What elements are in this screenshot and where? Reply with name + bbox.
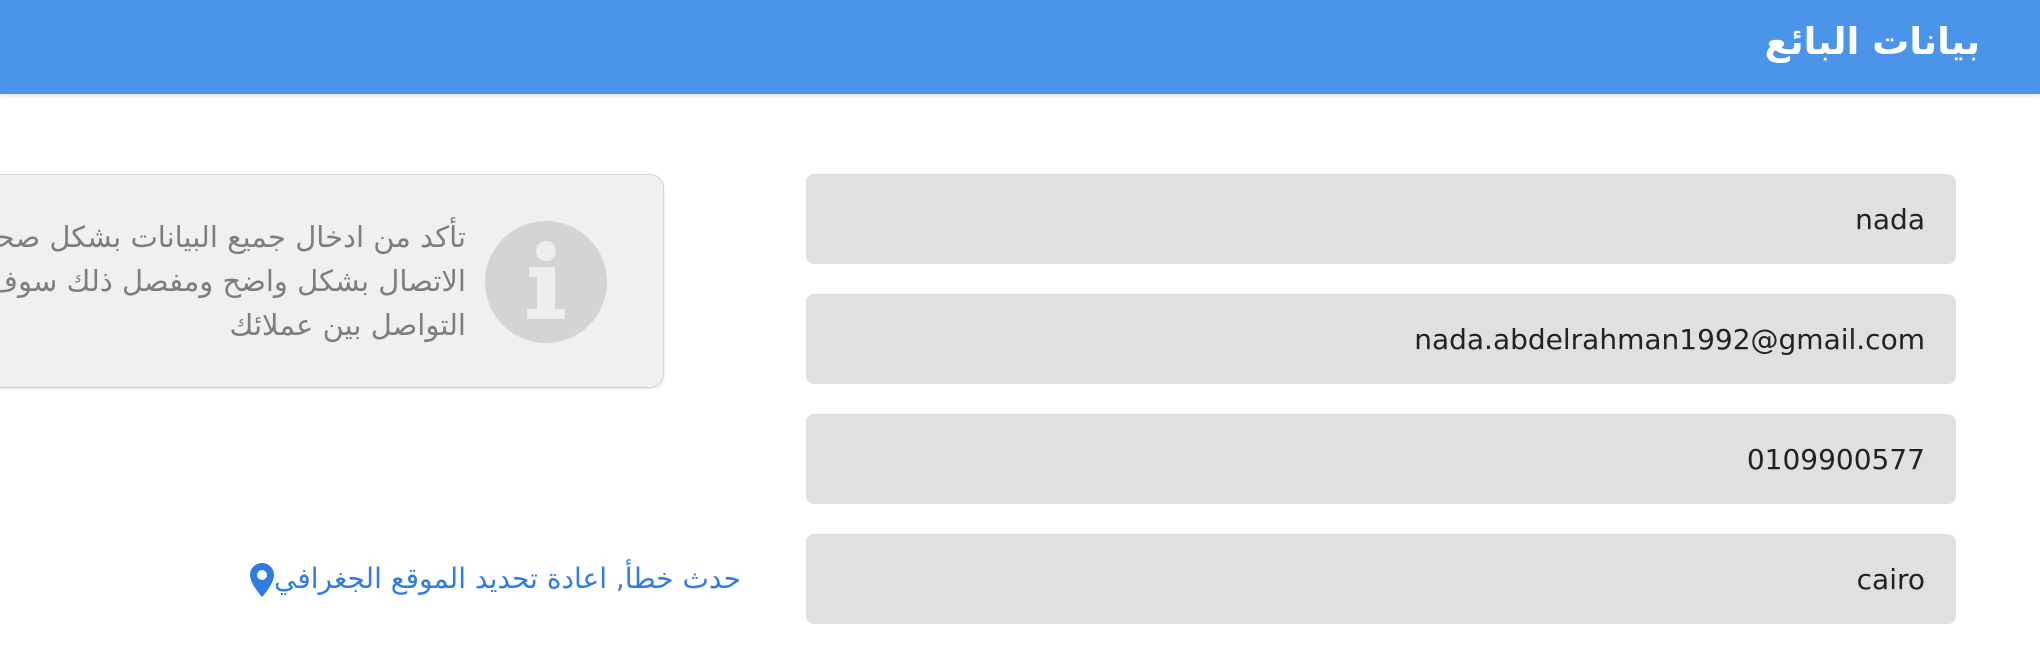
city-field[interactable] xyxy=(806,534,1956,624)
header-bar: بيانات البائع xyxy=(0,0,2040,94)
city-input[interactable] xyxy=(806,534,1956,624)
info-notice: تأكد من ادخال جميع البيانات بشكل صحيح ال… xyxy=(0,174,664,388)
info-text: تأكد من ادخال جميع البيانات بشكل صحيح ال… xyxy=(0,220,466,342)
map-pin-icon xyxy=(250,563,274,597)
email-input[interactable] xyxy=(806,294,1956,384)
seller-data-page: بيانات البائع تأكد من ادخال جميع البيانا… xyxy=(0,0,2040,662)
relocate-link-label: حدث خطأ, اعادة تحديد الموقع الجغرافي xyxy=(274,562,741,595)
info-icon xyxy=(485,221,607,343)
name-field[interactable] xyxy=(806,174,1956,264)
phone-input[interactable] xyxy=(806,414,1956,504)
page-title: بيانات البائع xyxy=(1764,20,1980,63)
name-input[interactable] xyxy=(806,174,1956,264)
email-field[interactable] xyxy=(806,294,1956,384)
relocate-link[interactable]: حدث خطأ, اعادة تحديد الموقع الجغرافي xyxy=(228,557,741,601)
phone-field[interactable] xyxy=(806,414,1956,504)
